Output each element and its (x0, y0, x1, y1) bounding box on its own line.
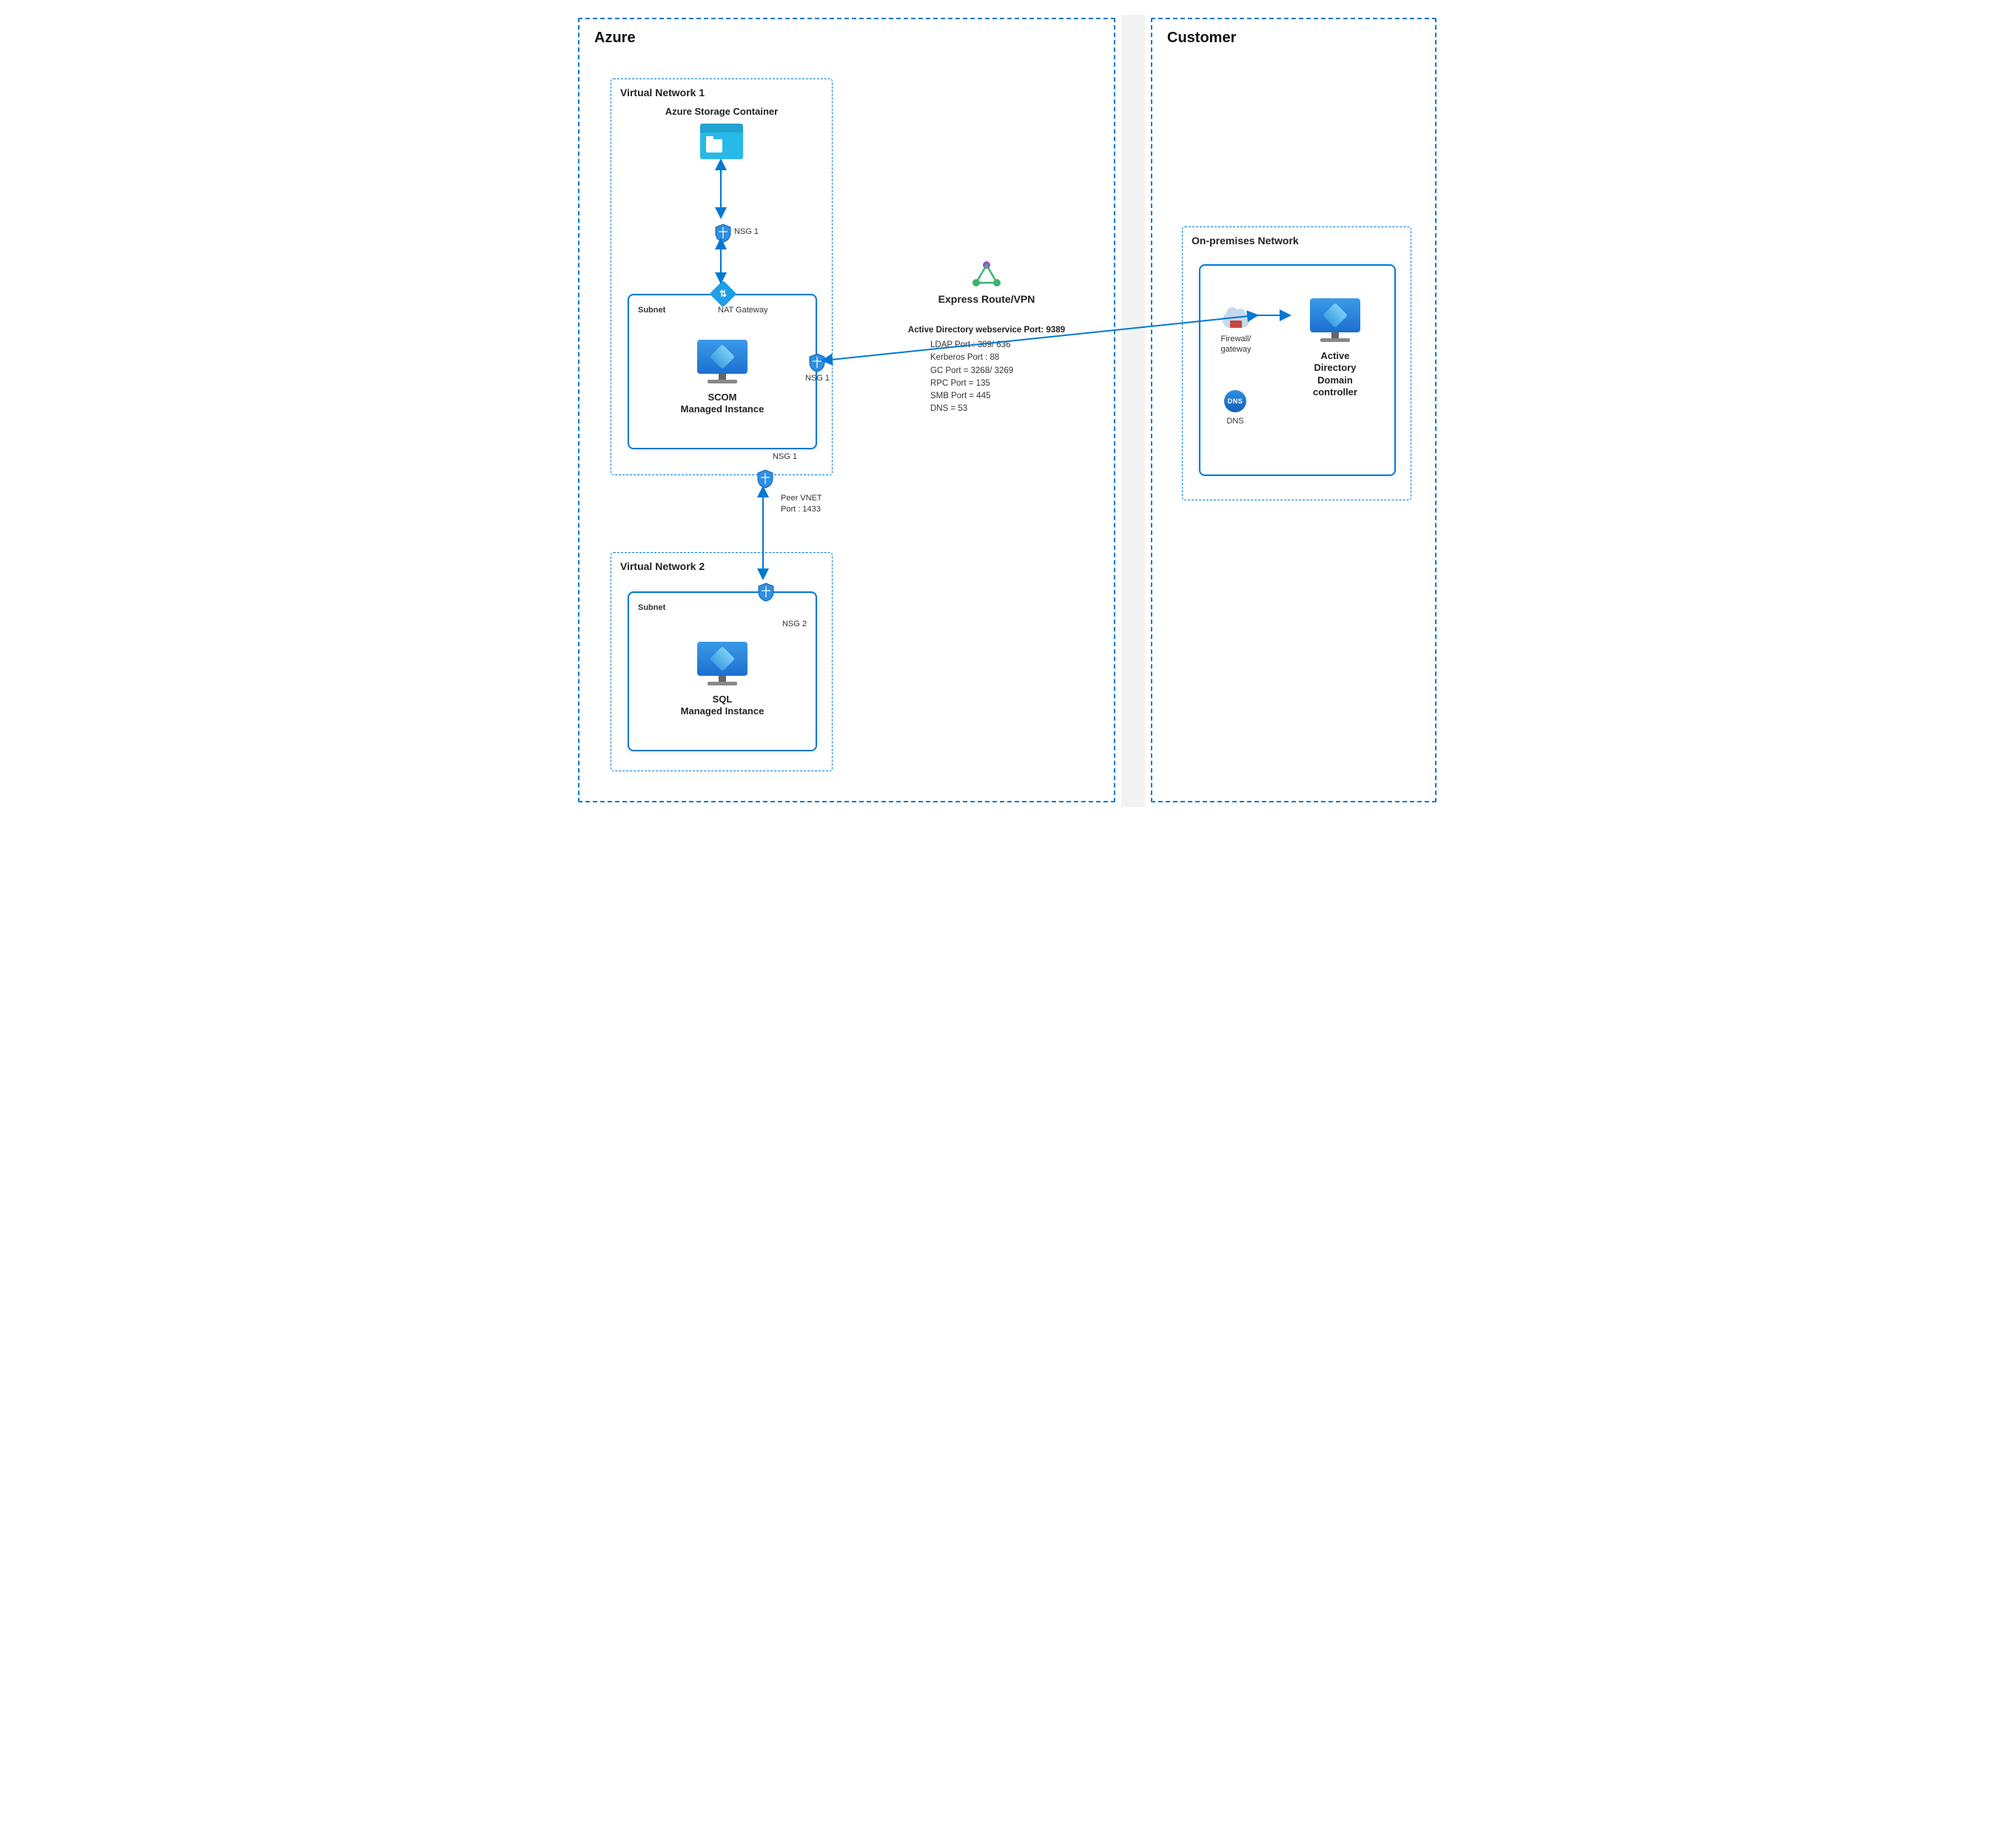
nsg2-shield (758, 583, 774, 605)
storage-block: Azure Storage Container (611, 106, 832, 159)
nsg1-top-label: NSG 1 (734, 227, 759, 236)
subnet2-box: Subnet NSG 2 SQL Managed Instance (628, 591, 817, 751)
peer-l2: Port : 1433 (781, 505, 821, 514)
nsg1-right-shield (809, 353, 825, 376)
nsg2-label: NSG 2 (782, 620, 807, 628)
region-divider (1121, 15, 1145, 807)
vnet2-title: Virtual Network 2 (611, 553, 832, 572)
nat-label: NAT Gateway (718, 306, 767, 315)
port-rpc: RPC Port = 135 (930, 378, 1083, 390)
subnet2-label: Subnet (638, 603, 665, 612)
port-smb: SMB Port = 445 (930, 390, 1083, 403)
storage-icon (700, 124, 743, 159)
expressroute-block: Express Route/VPN Active Directory webse… (890, 261, 1083, 416)
subnet1-label: Subnet (638, 306, 665, 315)
er-ports: LDAP Port : 389/ 636 Kerberos Port : 88 … (890, 339, 1083, 416)
expressroute-icon (972, 261, 1001, 287)
vnet2-box: Virtual Network 2 Subnet NSG 2 SQL Manag… (611, 552, 833, 771)
scom-label-2: Managed Instance (681, 403, 765, 415)
nsg1-bottom-shield (757, 469, 773, 492)
port-kerberos: Kerberos Port : 88 (930, 352, 1083, 364)
port-dns: DNS = 53 (930, 403, 1083, 415)
addc-block: Active Directory Domain controller (1291, 298, 1380, 398)
dns-label: DNS (1224, 417, 1246, 426)
monitor-icon (696, 340, 749, 384)
onprem-box: On-premises Network Firewall/ gateway DN… (1182, 227, 1411, 500)
sql-block: SQL Managed Instance (629, 642, 816, 718)
customer-title: Customer (1167, 30, 1236, 47)
fw-l2: gateway (1221, 345, 1251, 354)
firewall-block: Firewall/ gateway (1214, 312, 1258, 355)
nat-icon: ⇅ (713, 284, 733, 303)
dns-block: DNS DNS (1224, 390, 1246, 426)
fw-l1: Firewall/ (1221, 335, 1251, 343)
monitor-icon (1308, 298, 1362, 343)
firewall-icon (1223, 312, 1249, 329)
sql-label-1: SQL (713, 694, 733, 705)
storage-label: Azure Storage Container (611, 106, 832, 118)
scom-block: SCOM Managed Instance (629, 340, 816, 416)
peer-l1: Peer VNET (781, 494, 822, 503)
sql-label-2: Managed Instance (681, 705, 765, 717)
monitor-icon (696, 642, 749, 686)
addc2: Directory (1314, 362, 1356, 373)
addc3: Domain (1317, 375, 1353, 386)
scom-label-1: SCOM (708, 392, 737, 403)
nsg1-bottom-label: NSG 1 (773, 452, 797, 461)
vnet1-box: Virtual Network 1 Azure Storage Containe… (611, 78, 833, 475)
er-title: Express Route/VPN (890, 293, 1083, 305)
er-header: Active Directory webservice Port: 9389 (890, 326, 1083, 335)
port-ldap: LDAP Port : 389/ 636 (930, 339, 1083, 352)
architecture-diagram: Azure Virtual Network 1 Azure Storage Co… (575, 15, 1441, 807)
port-gc: GC Port = 3268/ 3269 (930, 365, 1083, 378)
vnet1-title: Virtual Network 1 (611, 79, 832, 98)
addc1: Active (1320, 350, 1349, 361)
nsg1-top-shield (715, 224, 731, 246)
peering-label: Peer VNET Port : 1433 (781, 493, 822, 516)
azure-title: Azure (594, 30, 636, 47)
dns-icon: DNS (1224, 390, 1246, 412)
addc4: controller (1313, 386, 1357, 397)
customer-region: Customer On-premises Network Firewall/ g… (1151, 18, 1437, 802)
subnet1-box: Subnet NAT Gateway SCOM Managed Instance (628, 294, 817, 449)
onprem-title: On-premises Network (1183, 227, 1411, 246)
onprem-inner: Firewall/ gateway DNS DNS Acti (1199, 264, 1396, 476)
nsg1-right-label: NSG 1 (805, 374, 830, 383)
